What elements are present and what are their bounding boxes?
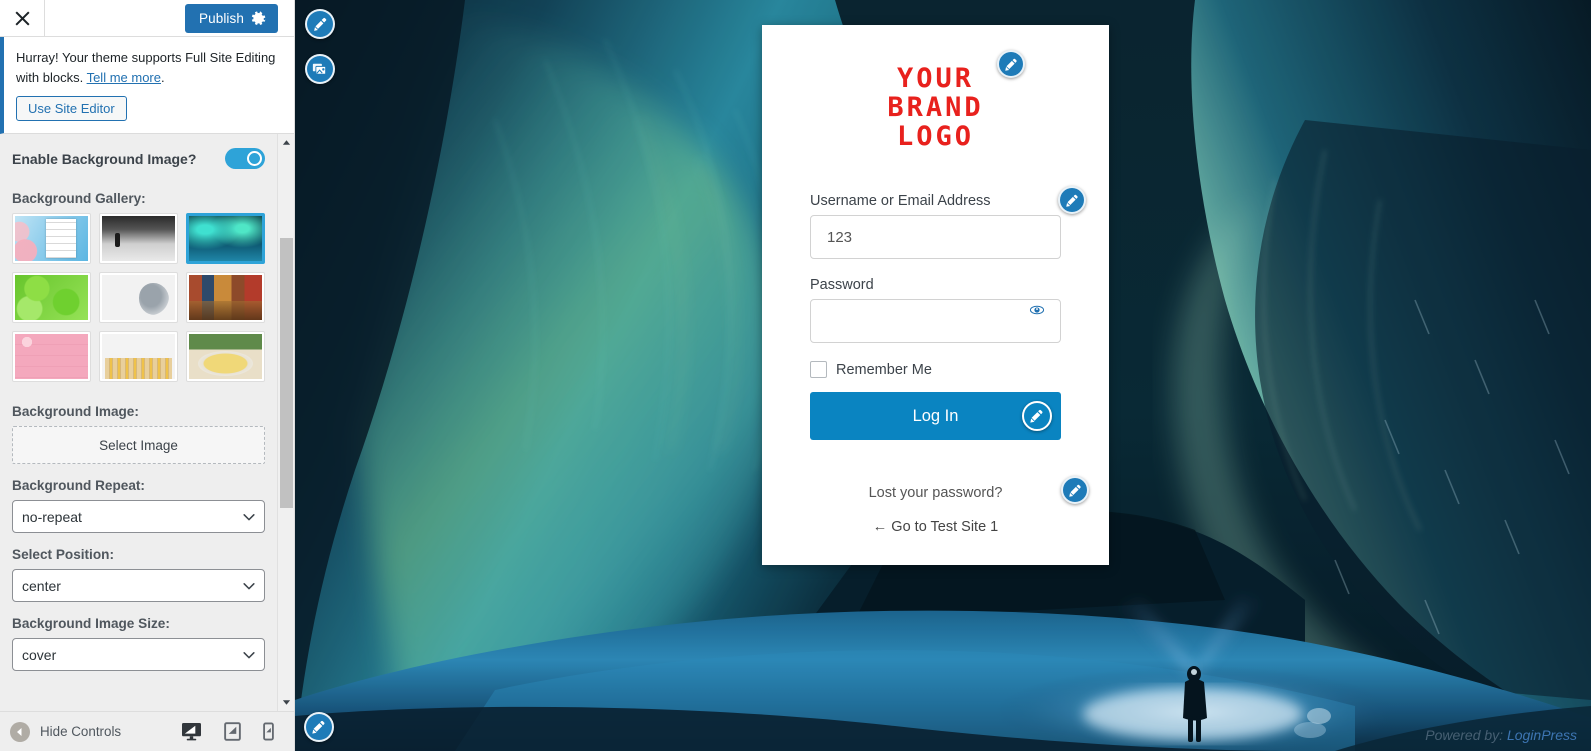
thumb-image <box>15 275 88 320</box>
powered-by-prefix: Powered by: <box>1425 727 1507 743</box>
gallery-thumb-foggy-forest-person[interactable] <box>99 213 178 264</box>
use-site-editor-button[interactable]: Use Site Editor <box>16 96 127 121</box>
toggle-knob <box>247 151 262 166</box>
brand-logo-line-3: LOGO <box>896 121 975 153</box>
thumb-image <box>15 334 88 379</box>
preview-frame: YOUR BRAND LOGO Username or Email Addres… <box>295 0 1591 751</box>
position-select-wrap: center <box>12 569 265 602</box>
tablet-preview-icon[interactable] <box>224 722 241 741</box>
thumb-image <box>189 334 262 379</box>
enable-background-toggle[interactable] <box>225 148 265 169</box>
background-repeat-select[interactable]: no-repeat <box>12 500 265 533</box>
customizer-screen: YOUR BRAND LOGO Username or Email Addres… <box>0 0 1591 751</box>
thumb-image <box>189 216 262 261</box>
background-gallery-label: Background Gallery: <box>12 191 146 206</box>
publish-button-label: Publish <box>199 11 244 26</box>
username-field-group: Username or Email Address <box>810 186 1086 260</box>
background-gallery <box>12 213 265 382</box>
password-input[interactable] <box>810 299 1061 344</box>
enable-background-row: Enable Background Image? <box>12 148 265 169</box>
enable-background-label: Enable Background Image? <box>12 150 197 167</box>
username-input[interactable] <box>810 215 1061 260</box>
gallery-thumb-cherry-blossom-login[interactable] <box>12 213 91 264</box>
hide-controls-button[interactable]: Hide Controls <box>10 721 122 742</box>
password-label: Password <box>810 277 874 294</box>
thumb-image <box>189 275 262 320</box>
gear-icon[interactable] <box>244 11 274 27</box>
back-to-site-link[interactable]: ← Go to Test Site 1 <box>810 519 1061 535</box>
powered-by-text: Powered by: LoginPress <box>1425 727 1577 743</box>
close-customizer-button[interactable] <box>0 0 45 36</box>
background-image-size-label: Background Image Size: <box>12 616 170 631</box>
gallery-thumb-green-leaves[interactable] <box>12 272 91 323</box>
position-select[interactable]: center <box>12 569 265 602</box>
login-links: Lost your password? ← Go to Test Site 1 <box>810 476 1089 535</box>
background-settings-panel: Enable Background Image? Background Gall… <box>0 134 277 711</box>
site-editor-notice: Hurray! Your theme supports Full Site Ed… <box>0 37 294 134</box>
background-repeat-select-wrap: no-repeat <box>12 500 265 533</box>
username-edit-icon[interactable] <box>1058 186 1086 215</box>
username-label: Username or Email Address <box>810 193 991 210</box>
login-button-edit-icon[interactable] <box>1022 401 1052 432</box>
remember-me-label: Remember Me <box>836 361 932 378</box>
remember-me-checkbox[interactable] <box>810 361 827 379</box>
thumb-image <box>102 275 175 320</box>
background-size-select[interactable]: cover <box>12 638 265 671</box>
scroll-up-arrow-icon[interactable] <box>278 134 294 151</box>
desktop-preview-icon[interactable] <box>181 722 202 741</box>
sidebar-scrollbar[interactable] <box>277 134 294 711</box>
brush-edit-icon[interactable] <box>305 9 335 39</box>
remember-me-row[interactable]: Remember Me <box>810 361 1061 379</box>
select-image-button[interactable]: Select Image <box>12 426 265 464</box>
login-form-card: YOUR BRAND LOGO Username or Email Addres… <box>762 25 1109 566</box>
show-password-icon[interactable] <box>1027 303 1047 318</box>
tell-me-more-link[interactable]: Tell me more <box>87 70 161 85</box>
notice-text: Hurray! Your theme supports Full Site Ed… <box>16 48 282 87</box>
brand-logo-line-2: BRAND <box>887 92 984 124</box>
gallery-thumb-cafe-interior[interactable] <box>186 272 265 323</box>
device-preview-switcher <box>181 722 286 741</box>
brand-logo: YOUR BRAND LOGO <box>810 50 1061 153</box>
gallery-thumb-colored-pencils[interactable] <box>99 331 178 382</box>
thumb-image <box>15 216 88 261</box>
logo-edit-icon[interactable] <box>997 50 1025 78</box>
collapse-arrow-icon <box>10 721 30 742</box>
thumb-image <box>102 334 175 379</box>
lost-password-edit-icon[interactable] <box>1061 476 1089 505</box>
scrollbar-thumb[interactable] <box>280 238 293 508</box>
media-edit-icon[interactable] <box>305 54 335 84</box>
publish-button[interactable]: Publish <box>185 4 278 33</box>
log-in-button-label: Log In <box>912 406 959 425</box>
background-image-label: Background Image: <box>12 404 139 419</box>
password-field-group: Password <box>810 277 1061 344</box>
customizer-scroll-area: Enable Background Image? Background Gall… <box>0 134 294 711</box>
customizer-footer: Hide Controls <box>0 711 294 751</box>
gallery-thumb-ice-cave-aurora[interactable] <box>186 213 265 264</box>
pencil-edit-icon[interactable] <box>304 712 334 742</box>
powered-by-brand: LoginPress <box>1506 727 1577 743</box>
scroll-down-arrow-icon[interactable] <box>278 694 294 711</box>
customizer-sidebar: Publish Hurray! Your theme supports Full… <box>0 0 295 751</box>
gallery-thumb-grey-cat[interactable] <box>99 272 178 323</box>
background-repeat-label: Background Repeat: <box>12 478 145 493</box>
gallery-thumb-pasta-plate[interactable] <box>186 331 265 382</box>
log-in-button[interactable]: Log In <box>810 392 1061 441</box>
thumb-image <box>102 216 175 261</box>
close-x-icon <box>14 10 30 26</box>
gallery-thumb-pink-wood-floral[interactable] <box>12 331 91 382</box>
notice-text-after: . <box>161 69 165 85</box>
background-size-select-wrap: cover <box>12 638 265 671</box>
hide-controls-label: Hide Controls <box>40 724 122 739</box>
select-position-label: Select Position: <box>12 547 114 562</box>
mobile-preview-icon[interactable] <box>263 722 274 741</box>
lost-password-link[interactable]: Lost your password? <box>869 485 1003 501</box>
customizer-topbar: Publish <box>0 0 294 37</box>
